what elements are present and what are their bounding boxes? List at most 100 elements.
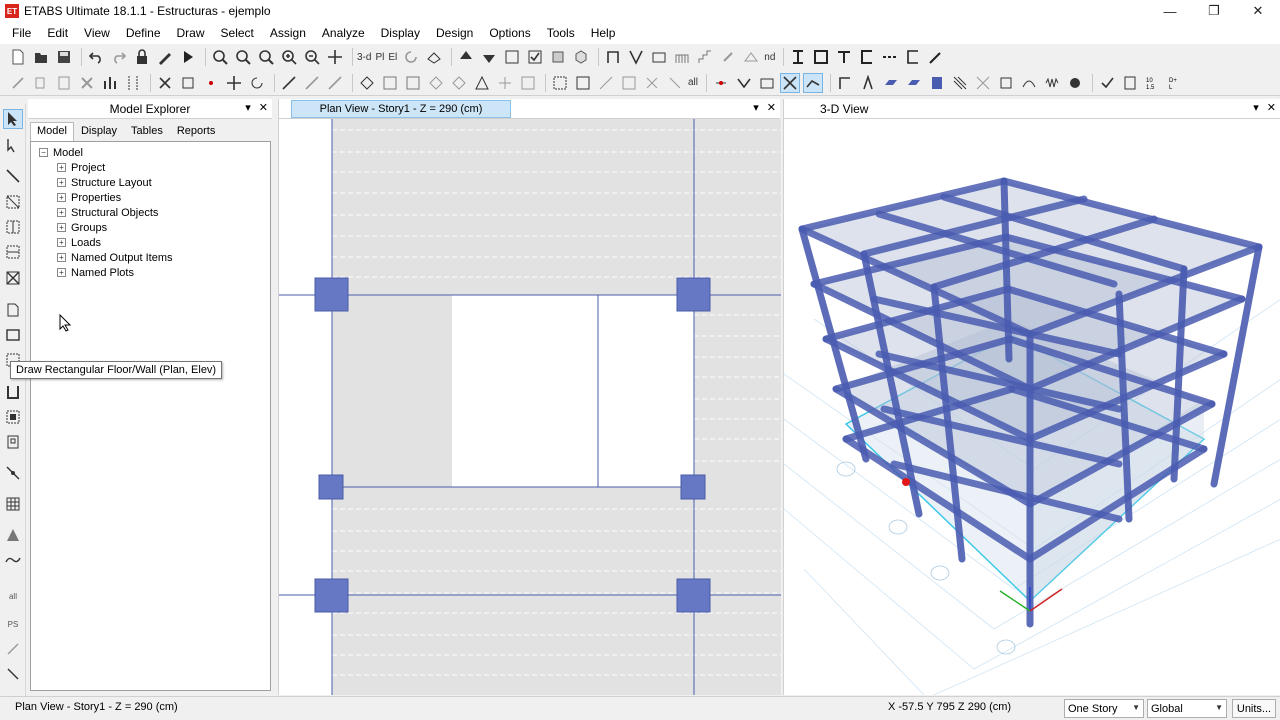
menu-analyze[interactable]: Analyze [314, 26, 373, 40]
select-all-icon[interactable] [619, 73, 639, 93]
menu-file[interactable]: File [4, 26, 39, 40]
menu-display[interactable]: Display [373, 26, 428, 40]
dead-live-icon[interactable]: D+ L [1166, 73, 1186, 93]
panel-close-icon[interactable]: ✕ [259, 101, 268, 114]
plan-view-button[interactable]: Pl [375, 52, 384, 63]
zoom-in-icon[interactable] [279, 47, 299, 67]
menu-draw[interactable]: Draw [169, 26, 213, 40]
expand-icon[interactable]: + [57, 163, 66, 172]
assign-wall-icon[interactable] [927, 73, 947, 93]
draw-secondary-beam-icon[interactable] [3, 242, 23, 262]
lock-icon[interactable] [132, 47, 152, 67]
invert-selection-icon[interactable] [3, 664, 23, 684]
building-3d-model[interactable] [784, 119, 1280, 695]
combo-display-icon[interactable]: 10 1.5 [1143, 73, 1163, 93]
shell-icon[interactable] [649, 47, 669, 67]
assign-load-icon[interactable] [1019, 73, 1039, 93]
redo-icon[interactable] [109, 47, 129, 67]
all-icon[interactable]: all [3, 586, 23, 606]
close-icon[interactable]: ✕ [1236, 0, 1280, 22]
zoom-restore-icon[interactable] [233, 47, 253, 67]
draw-area-icon[interactable] [472, 73, 492, 93]
panel-close-icon[interactable]: ✕ [1267, 101, 1276, 114]
expand-icon[interactable]: + [57, 238, 66, 247]
tree-node-project[interactable]: + Project [31, 160, 270, 175]
panel-close-icon[interactable]: ✕ [767, 101, 776, 114]
menu-design[interactable]: Design [428, 26, 481, 40]
plan-view-canvas[interactable] [279, 119, 781, 695]
truss-icon[interactable] [741, 47, 761, 67]
link-icon[interactable] [718, 47, 738, 67]
draw-rectangular-floor-icon[interactable] [3, 325, 23, 345]
assign-shell-icon[interactable] [881, 73, 901, 93]
expand-icon[interactable]: + [57, 208, 66, 217]
column-a1[interactable] [314, 277, 349, 312]
expand-icon[interactable]: + [57, 223, 66, 232]
replicate-icon[interactable] [100, 73, 120, 93]
select-arrow-icon[interactable] [3, 109, 23, 129]
draw-wall-opening-icon[interactable] [3, 432, 23, 452]
column-b2[interactable] [676, 578, 711, 613]
wall-icon[interactable] [672, 47, 692, 67]
assign-area-icon[interactable] [904, 73, 924, 93]
new-model-icon[interactable] [8, 47, 28, 67]
menu-view[interactable]: View [76, 26, 118, 40]
units-button[interactable]: Units... [1232, 699, 1276, 718]
panel-dropdown-icon[interactable]: ▾ [1253, 101, 1259, 114]
clear-selection-icon[interactable] [3, 639, 23, 659]
draw-line-icon[interactable] [279, 73, 299, 93]
delete-icon[interactable] [77, 73, 97, 93]
expand-icon[interactable]: + [57, 178, 66, 187]
draw-brace-icon[interactable] [325, 73, 345, 93]
perspective-icon[interactable] [424, 47, 444, 67]
assign-link-icon[interactable] [973, 73, 993, 93]
tree-node-groups[interactable]: + Groups [31, 220, 270, 235]
pan-icon[interactable] [325, 47, 345, 67]
draw-grid-tool-icon[interactable] [3, 494, 23, 514]
column-mid-2[interactable] [680, 474, 706, 500]
run-analysis-icon[interactable] [178, 47, 198, 67]
draw-wall-tool-icon[interactable] [3, 382, 23, 402]
tree-node-properties[interactable]: + Properties [31, 190, 270, 205]
snap-intersection-icon[interactable] [757, 73, 777, 93]
draw-column-icon[interactable] [3, 217, 23, 237]
draw-diamond-icon[interactable] [426, 73, 446, 93]
cut-icon[interactable] [8, 73, 28, 93]
column-a2[interactable] [676, 277, 711, 312]
paint-icon[interactable] [926, 47, 946, 67]
menu-select[interactable]: Select [213, 26, 262, 40]
menu-options[interactable]: Options [481, 26, 538, 40]
tree-node-loads[interactable]: + Loads [31, 235, 270, 250]
tree-node-structural-objects[interactable]: + Structural Objects [31, 205, 270, 220]
plan-view-tab[interactable]: Plan View - Story1 - Z = 290 (cm) [291, 100, 511, 118]
menu-assign[interactable]: Assign [262, 26, 314, 40]
three-d-view-title[interactable]: 3-D View [820, 102, 868, 116]
expand-icon[interactable]: + [57, 268, 66, 277]
assign-frame-icon[interactable] [835, 73, 855, 93]
panel-dropdown-icon[interactable]: ▾ [245, 101, 251, 114]
tree-node-structure-layout[interactable]: + Structure Layout [31, 175, 270, 190]
assign-diaphragm-icon[interactable] [1042, 73, 1062, 93]
collapse-icon[interactable]: − [39, 148, 48, 157]
move-up-icon[interactable] [456, 47, 476, 67]
tab-model[interactable]: Model [30, 122, 74, 141]
panel-dropdown-icon[interactable]: ▾ [753, 101, 759, 114]
quick-draw-wall-icon[interactable] [3, 407, 23, 427]
zoom-out-icon[interactable] [302, 47, 322, 67]
box-section-icon[interactable] [811, 47, 831, 67]
slab-area-top[interactable] [332, 119, 694, 295]
open-model-icon[interactable] [31, 47, 51, 67]
restore-icon[interactable]: ❐ [1192, 0, 1236, 22]
select-intersect-icon[interactable] [596, 73, 616, 93]
slab-area-left[interactable] [332, 295, 452, 487]
expand-icon[interactable]: + [57, 193, 66, 202]
undo-icon[interactable] [86, 47, 106, 67]
draw-link-icon[interactable] [3, 463, 23, 483]
snap-line-icon[interactable] [734, 73, 754, 93]
menu-edit[interactable]: Edit [39, 26, 76, 40]
draw-floor-icon[interactable] [357, 73, 377, 93]
draw-joint-line-icon[interactable] [3, 166, 23, 186]
snap-extension-icon[interactable] [803, 72, 824, 93]
zoom-window-icon[interactable] [210, 47, 230, 67]
draw-tendon-icon[interactable] [3, 525, 23, 545]
